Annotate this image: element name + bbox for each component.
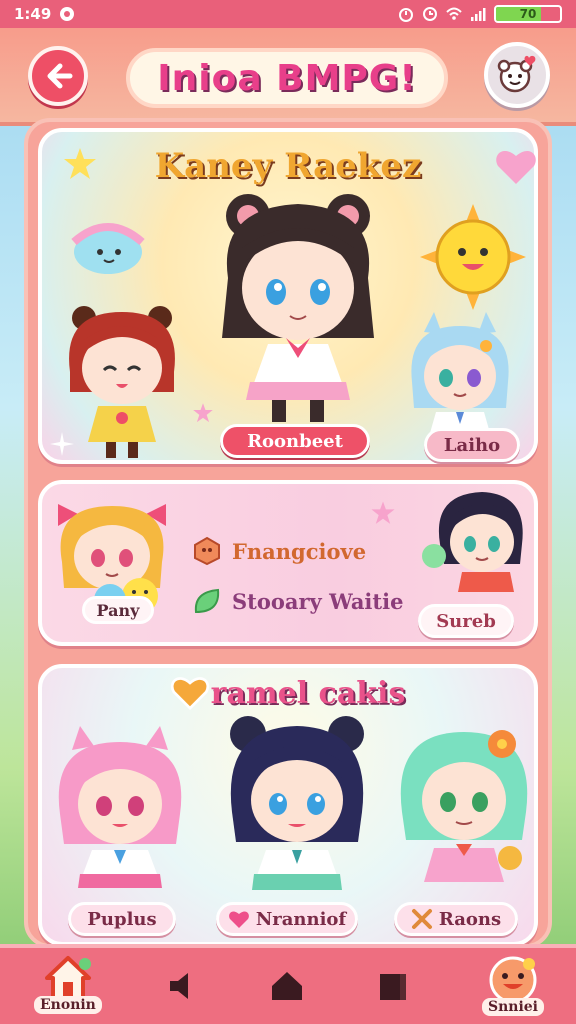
nav-house[interactable] [270, 970, 304, 1002]
mint-hair-chibi-character[interactable] [392, 716, 536, 896]
heart-icon [228, 911, 249, 928]
status-right: 70 [398, 5, 562, 23]
back-button[interactable] [28, 46, 88, 106]
sparkle-icon [50, 432, 74, 456]
smile-face-icon [489, 956, 537, 1004]
house-icon [272, 972, 302, 1000]
character-tag-2[interactable]: Laiho [424, 428, 520, 462]
nav-home[interactable]: Enonin [34, 954, 102, 1014]
status-time: 1:49 [14, 5, 52, 23]
feature-item-1-label: Fnangciove [232, 538, 367, 564]
main-chibi-character[interactable] [208, 188, 388, 424]
game-title: Inioa BMPG! [126, 48, 448, 108]
book-icon [380, 974, 406, 1000]
battery-text: 70 [519, 7, 537, 21]
signal-icon [471, 8, 486, 21]
red-hair-chibi-character[interactable] [62, 302, 182, 462]
star-icon [193, 403, 213, 423]
feature-item-2-label: Stooary Waitie [232, 588, 404, 614]
nav-smile-label: Snniei [481, 998, 544, 1016]
main-panel: Kaney Raekez Roonbeet Laiho Pany Fnangci… [24, 118, 552, 948]
sureb-button[interactable]: Sureb [418, 604, 514, 638]
status-left: 1:49 [14, 5, 75, 23]
speaker-icon [170, 973, 188, 999]
card-3-title: ramel cakis [210, 676, 406, 711]
character-tag-1[interactable]: Roonbeet [220, 424, 370, 458]
group-tag-3-label: Raons [438, 908, 502, 930]
navy-hair-chibi-character[interactable] [222, 712, 372, 898]
status-bar: 1:49 70 [0, 0, 576, 28]
heart-icon [496, 150, 536, 184]
pink-hair-chibi-character[interactable] [50, 724, 190, 894]
notification-icon [60, 7, 75, 21]
nav-book[interactable] [376, 970, 410, 1002]
dark-hair-chibi-character[interactable] [422, 484, 532, 594]
nav-music[interactable] [166, 970, 198, 1002]
group-tag-2[interactable]: Nranniof [216, 902, 358, 936]
star-icon [371, 501, 395, 524]
home-icon [44, 956, 91, 1000]
sun-icon [420, 204, 526, 310]
feature-item-1[interactable]: Fnangciove [192, 536, 366, 566]
leaf-icon [194, 588, 220, 614]
battery-indicator: 70 [494, 5, 562, 23]
group-card[interactable]: ramel cakis Puplus Nranniof Raons [38, 664, 538, 946]
feature-card[interactable]: Pany Fnangciove Stooary Waitie Sureb [38, 480, 538, 646]
alarm-clock-icon [423, 7, 437, 21]
wifi-icon [446, 7, 462, 20]
group-tag-1[interactable]: Puplus [68, 902, 176, 936]
alarm-icon [399, 8, 413, 22]
feature-item-2[interactable]: Stooary Waitie [192, 586, 403, 616]
profile-face-icon [497, 55, 536, 93]
rainbow-creature-icon [71, 223, 145, 274]
group-tag-3[interactable]: Raons [394, 902, 518, 936]
header: Inioa BMPG! [0, 28, 576, 126]
star-icon [64, 148, 96, 179]
character-label: Pany [82, 596, 154, 624]
back-arrow-icon [47, 63, 73, 89]
profile-button[interactable] [484, 42, 550, 108]
nav-smile[interactable]: Snniei [481, 954, 544, 1016]
cube-icon [194, 536, 220, 566]
featured-character-card[interactable]: Kaney Raekez Roonbeet Laiho [38, 128, 538, 464]
bottom-nav: Enonin Snniei [0, 944, 576, 1024]
nav-home-label: Enonin [34, 996, 102, 1014]
group-tag-2-label: Nranniof [255, 908, 347, 930]
crossed-swords-icon [411, 909, 432, 929]
card-1-title: Kaney Raekez [154, 146, 422, 186]
